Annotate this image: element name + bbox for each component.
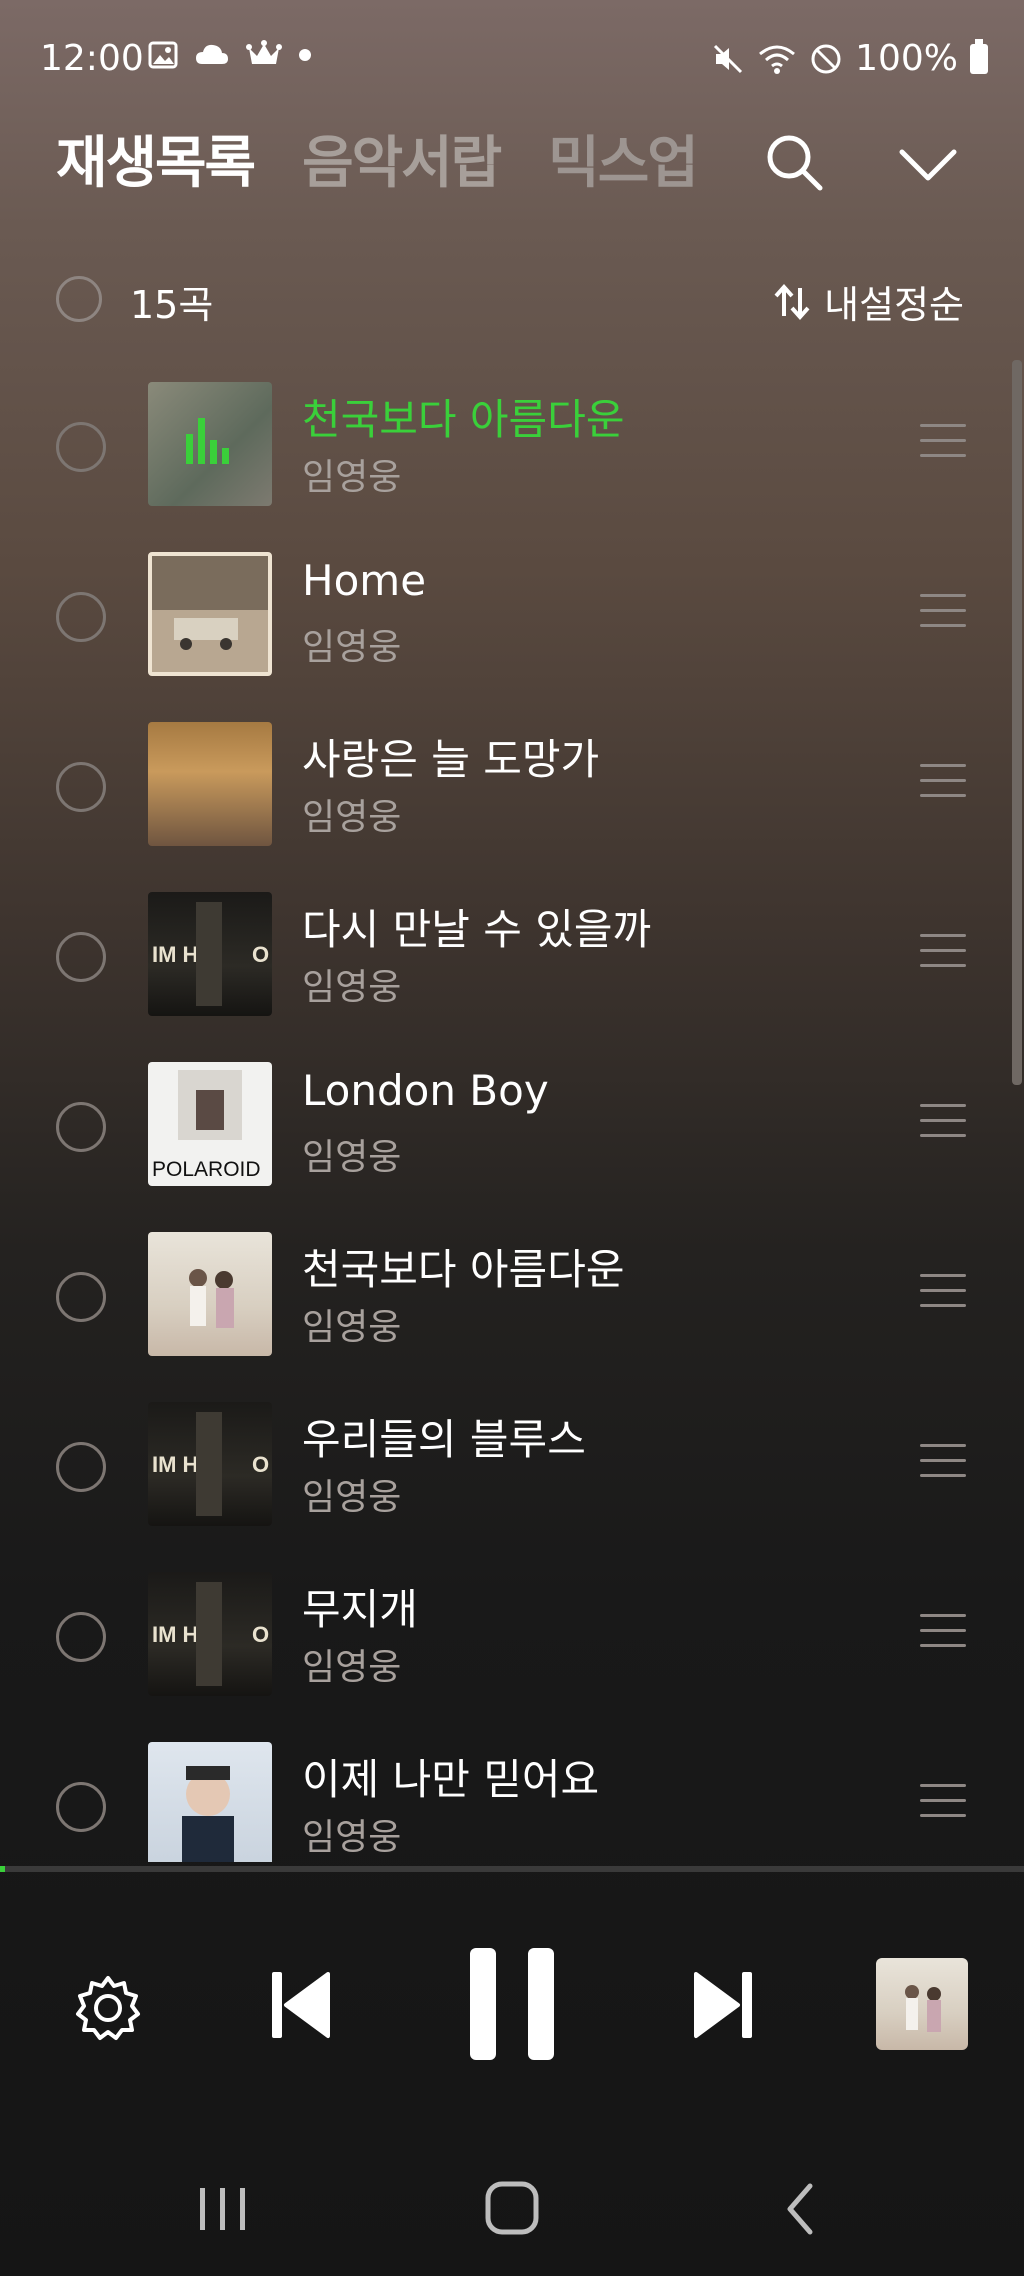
song-artist: 임영웅 xyxy=(302,1137,402,1178)
cloud-icon xyxy=(196,44,228,64)
row-checkbox[interactable] xyxy=(56,1442,106,1492)
svg-text:O: O xyxy=(252,942,269,967)
song-artist: 임영웅 xyxy=(302,797,402,838)
drag-handle-icon[interactable] xyxy=(920,934,966,974)
album-art: IM HE O xyxy=(148,892,272,1016)
list-item[interactable]: 이제 나만 믿어요 임영웅 xyxy=(0,1732,1024,1862)
sort-icon xyxy=(774,283,810,320)
song-title: 우리들의 블루스 xyxy=(302,1415,586,1464)
list-item[interactable]: POLAROID London Boy 임영웅 xyxy=(0,1052,1024,1222)
svg-text:O: O xyxy=(252,1452,269,1477)
song-artist: 임영웅 xyxy=(302,1477,402,1518)
song-artist: 임영웅 xyxy=(302,967,402,1008)
dot-icon xyxy=(299,49,311,61)
song-title: 천국보다 아름다운 xyxy=(302,1245,625,1294)
drag-handle-icon[interactable] xyxy=(920,594,966,634)
drag-handle-icon[interactable] xyxy=(920,1444,966,1484)
player-controls xyxy=(0,1930,1024,2090)
album-art: IM HE O xyxy=(148,1402,272,1526)
row-checkbox[interactable] xyxy=(56,932,106,982)
now-playing-album-art[interactable] xyxy=(876,1958,968,2050)
previous-track-icon[interactable] xyxy=(270,1970,332,2040)
song-count: 15곡 xyxy=(130,283,214,327)
drag-handle-icon[interactable] xyxy=(920,424,966,464)
drag-handle-icon[interactable] xyxy=(920,1784,966,1824)
status-time: 12:00 xyxy=(40,38,144,79)
album-art: POLAROID xyxy=(148,1062,272,1186)
list-item[interactable]: 사랑은 늘 도망가 임영웅 xyxy=(0,712,1024,882)
status-left-icons xyxy=(148,40,312,70)
drag-handle-icon[interactable] xyxy=(920,1104,966,1144)
list-item[interactable]: Home 임영웅 xyxy=(0,542,1024,712)
song-artist: 임영웅 xyxy=(302,1647,402,1688)
system-nav-bar xyxy=(0,2160,1024,2276)
album-art: IM HE O xyxy=(148,1572,272,1696)
drag-handle-icon[interactable] xyxy=(920,1274,966,1314)
song-title: 다시 만날 수 있을까 xyxy=(302,905,652,954)
tab-playlist[interactable]: 재생목록 xyxy=(56,118,256,199)
recent-apps-icon[interactable] xyxy=(196,2184,250,2234)
svg-text:POLAROID: POLAROID xyxy=(152,1158,261,1181)
tab-bar: 재생목록 음악서랍 믹스업 xyxy=(56,118,699,199)
pause-icon[interactable] xyxy=(466,1946,558,2062)
list-item[interactable]: 천국보다 아름다운 임영웅 xyxy=(0,372,1024,542)
playback-progress[interactable] xyxy=(0,1866,1024,1872)
row-checkbox[interactable] xyxy=(56,592,106,642)
search-icon[interactable] xyxy=(764,132,824,192)
list-item[interactable]: IM HE O 우리들의 블루스 임영웅 xyxy=(0,1392,1024,1562)
row-checkbox[interactable] xyxy=(56,1782,106,1832)
crown-icon xyxy=(246,40,282,64)
select-all-checkbox[interactable] xyxy=(56,276,102,322)
tab-music-drawer[interactable]: 음악서랍 xyxy=(302,118,502,199)
drag-handle-icon[interactable] xyxy=(920,764,966,804)
scrollbar[interactable] xyxy=(1012,360,1022,1085)
list-header: 15곡 내설정순 xyxy=(0,270,1024,330)
list-item[interactable]: IM HE O 무지개 임영웅 xyxy=(0,1562,1024,1732)
row-checkbox[interactable] xyxy=(56,762,106,812)
list-item[interactable]: 천국보다 아름다운 임영웅 xyxy=(0,1222,1024,1392)
back-icon[interactable] xyxy=(780,2182,820,2236)
drag-handle-icon[interactable] xyxy=(920,1614,966,1654)
song-artist: 임영웅 xyxy=(302,1817,402,1858)
svg-text:O: O xyxy=(252,1622,269,1647)
row-checkbox[interactable] xyxy=(56,1612,106,1662)
sort-button[interactable]: 내설정순 xyxy=(772,274,964,329)
song-title: 사랑은 늘 도망가 xyxy=(302,735,600,784)
progress-fill xyxy=(0,1866,6,1872)
album-art xyxy=(148,552,272,676)
sort-label: 내설정순 xyxy=(824,283,964,327)
do-not-disturb-icon xyxy=(811,44,841,73)
status-right-icons: 100% xyxy=(711,38,988,79)
home-icon[interactable] xyxy=(484,2180,540,2236)
song-artist: 임영웅 xyxy=(302,1307,402,1348)
song-title: London Boy xyxy=(302,1066,549,1115)
song-list[interactable]: 천국보다 아름다운 임영웅 Home 임영웅 사랑은 늘 도망가 임영웅 IM … xyxy=(0,372,1024,1862)
row-checkbox[interactable] xyxy=(56,1272,106,1322)
battery-icon xyxy=(970,38,988,74)
song-title: 천국보다 아름다운 xyxy=(302,395,625,444)
tab-mixup[interactable]: 믹스업 xyxy=(548,118,699,199)
battery-percent: 100% xyxy=(855,38,958,79)
song-title: Home xyxy=(302,556,427,605)
song-artist: 임영웅 xyxy=(302,627,402,668)
equalizer-icon xyxy=(186,418,229,464)
song-artist: 임영웅 xyxy=(302,457,402,498)
mute-icon xyxy=(714,44,743,73)
album-art xyxy=(148,722,272,846)
album-art xyxy=(148,1742,272,1862)
list-item[interactable]: IM HE O 다시 만날 수 있을까 임영웅 xyxy=(0,882,1024,1052)
row-checkbox[interactable] xyxy=(56,1102,106,1152)
next-track-icon[interactable] xyxy=(692,1970,754,2040)
chevron-down-icon[interactable] xyxy=(898,146,958,186)
album-art xyxy=(148,382,272,506)
image-icon xyxy=(148,41,178,69)
album-art xyxy=(148,1232,272,1356)
song-title: 무지개 xyxy=(302,1585,418,1634)
row-checkbox[interactable] xyxy=(56,422,106,472)
song-title: 이제 나만 믿어요 xyxy=(302,1755,600,1804)
settings-gear-icon[interactable] xyxy=(74,1974,142,2042)
status-bar: 12:00 100% xyxy=(0,0,1024,120)
wifi-icon xyxy=(759,45,796,74)
